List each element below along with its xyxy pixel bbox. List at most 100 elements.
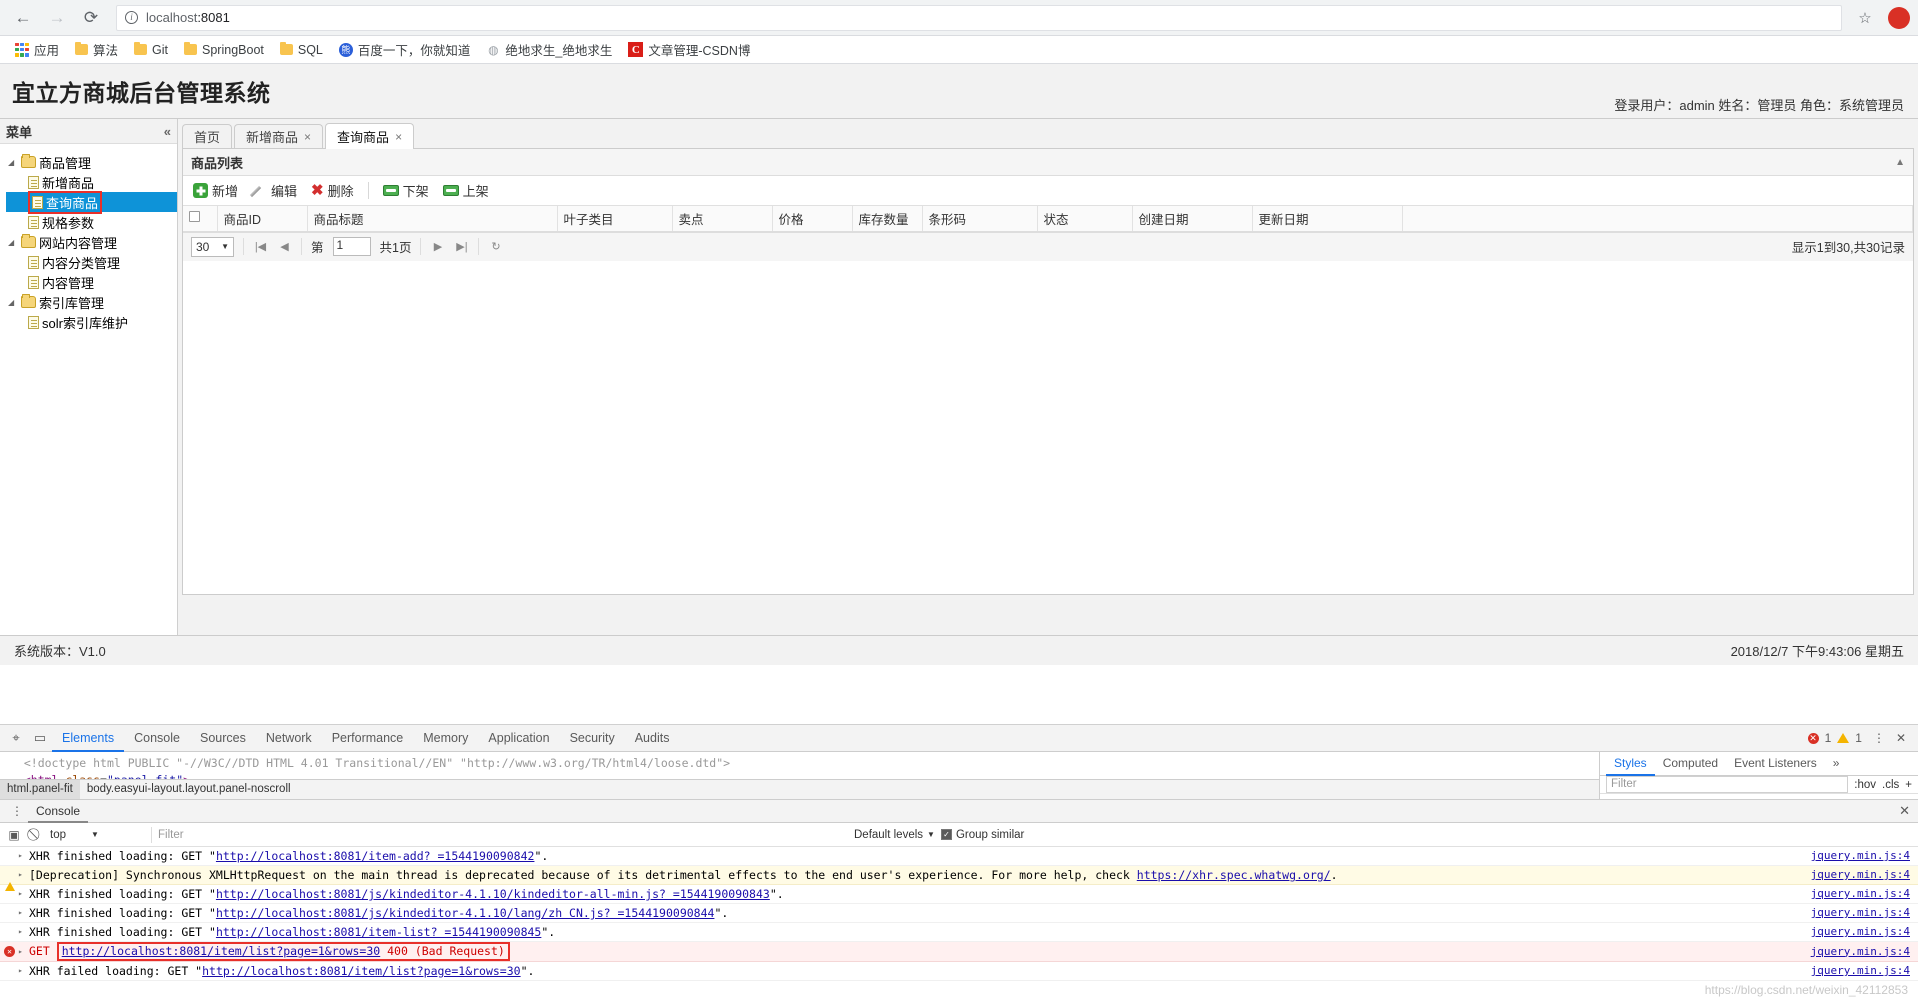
warning-icon[interactable]	[1837, 733, 1850, 743]
tab-audits[interactable]: Audits	[625, 725, 680, 752]
offshelf-button[interactable]: 下架	[382, 181, 429, 200]
edit-button[interactable]: 编辑	[252, 181, 297, 200]
tab-sources[interactable]: Sources	[190, 725, 256, 752]
sidebar-item-content-category-management[interactable]: 内容分类管理	[6, 252, 177, 272]
refresh-icon[interactable]: ↻	[488, 240, 503, 253]
hov-toggle[interactable]: :hov	[1854, 779, 1876, 791]
drawer-close-icon[interactable]: ✕	[1899, 803, 1918, 819]
profile-avatar[interactable]	[1888, 6, 1910, 29]
chevron-right-icon[interactable]: ▸	[18, 904, 29, 922]
console-message[interactable]: ✕ ▸ GET http://localhost:8081/item/list?pa…	[0, 942, 1918, 962]
chevron-right-icon[interactable]: ▸	[18, 866, 29, 884]
error-icon[interactable]: ✕	[1807, 732, 1819, 744]
sidebar-item-add-goods[interactable]: 新增商品	[6, 172, 177, 192]
overflow-icon[interactable]: »	[1825, 752, 1848, 776]
last-page-icon[interactable]: ▶|	[454, 240, 469, 253]
sidebar-item-content-management[interactable]: 内容管理	[6, 272, 177, 292]
tab-console-drawer[interactable]: Console	[28, 800, 88, 823]
message-source-link[interactable]: jquery.min.js:4	[1811, 962, 1910, 980]
panel-collapse-icon[interactable]: ▲	[1895, 157, 1905, 168]
onshelf-button[interactable]: 上架	[442, 181, 489, 200]
breadcrumb-item[interactable]: body.easyui-layout.layout.panel-noscroll	[80, 780, 298, 799]
sidebar-item-site-content-management[interactable]: ◢ 网站内容管理	[6, 232, 177, 252]
bookmark-git[interactable]: Git	[127, 40, 175, 60]
styles-filter-input[interactable]: Filter	[1606, 776, 1849, 793]
console-message[interactable]: ▸ XHR finished loading: GET "http://local…	[0, 885, 1918, 904]
column-header[interactable]: 商品ID	[217, 206, 308, 232]
column-header[interactable]: 库存数量	[852, 206, 923, 232]
message-source-link[interactable]: jquery.min.js:4	[1811, 847, 1910, 865]
console-message[interactable]: ▸ [Deprecation] Synchronous XMLHttpReques…	[0, 866, 1918, 891]
message-source-link[interactable]: jquery.min.js:4	[1811, 923, 1910, 941]
tab-application[interactable]: Application	[478, 725, 559, 752]
first-page-icon[interactable]: |◀	[253, 240, 268, 253]
tab-security[interactable]: Security	[560, 725, 625, 752]
page-size-select[interactable]: 30 ▼	[191, 236, 234, 257]
console-message[interactable]: ▸ XHR finished loading: GET "http://local…	[0, 923, 1918, 942]
console-message[interactable]: ▸ XHR finished loading: GET "http://local…	[0, 904, 1918, 923]
chevron-right-icon[interactable]: ▸	[18, 847, 29, 865]
sidebar-item-goods-management[interactable]: ◢ 商品管理	[6, 152, 177, 172]
dom-tree[interactable]: <!doctype html PUBLIC "-//W3C//DTD HTML …	[0, 752, 1599, 779]
chevron-down-icon[interactable]: ◢	[8, 238, 18, 247]
select-all-header[interactable]	[183, 206, 218, 232]
forward-button[interactable]: →	[42, 3, 72, 33]
column-header[interactable]: 创建日期	[1132, 206, 1253, 232]
bookmark-baidu[interactable]: 熊 百度一下，你就知道	[332, 37, 478, 62]
tab-performance[interactable]: Performance	[322, 725, 414, 752]
execution-context-icon[interactable]: ▣	[6, 828, 22, 842]
console-messages[interactable]: ▸ XHR finished loading: GET "http://local…	[0, 847, 1918, 1001]
sidebar-item-query-goods[interactable]: 查询商品	[6, 190, 177, 214]
sidebar-item-solr-index-maintenance[interactable]: solr索引库维护	[6, 312, 177, 332]
bookmark-apps[interactable]: 应用	[8, 37, 66, 62]
tab-query-goods[interactable]: 查询商品 ×	[325, 123, 415, 149]
prev-page-icon[interactable]: ◀	[277, 240, 292, 253]
column-header[interactable]: 叶子类目	[557, 206, 673, 232]
message-link[interactable]: http://localhost:8081/js/kindeditor-4.1.…	[216, 887, 770, 901]
bookmark-csdn[interactable]: C 文章管理-CSDN博	[621, 37, 757, 62]
bookmark-springboot[interactable]: SpringBoot	[177, 40, 271, 60]
page-number-input[interactable]: 1	[332, 237, 371, 256]
console-message[interactable]: ▸ XHR failed loading: GET "http://localho…	[0, 962, 1918, 981]
devtools-menu-icon[interactable]: ⋮	[1868, 731, 1890, 745]
console-filter-input[interactable]: Filter	[158, 829, 848, 841]
checkbox-icon[interactable]	[189, 211, 200, 223]
column-header[interactable]: 价格	[772, 206, 853, 232]
context-select[interactable]: top ▼	[50, 829, 145, 841]
column-header[interactable]: 卖点	[672, 206, 773, 232]
tab-computed[interactable]: Computed	[1655, 752, 1726, 776]
message-link[interactable]: http://localhost:8081/item-list? =154419…	[216, 925, 541, 939]
chevron-right-icon[interactable]: ▸	[18, 962, 29, 980]
dom-node[interactable]: <html class="panel-fit">	[4, 772, 1599, 780]
tab-home[interactable]: 首页	[182, 124, 233, 148]
tab-event-listeners[interactable]: Event Listeners	[1726, 752, 1825, 776]
breadcrumb-item[interactable]: html.panel-fit	[0, 780, 80, 799]
tab-console[interactable]: Console	[124, 725, 190, 752]
tab-styles[interactable]: Styles	[1606, 752, 1655, 776]
devtools-close-icon[interactable]: ✕	[1896, 731, 1906, 745]
address-bar[interactable]: i localhost:8081	[116, 4, 1842, 31]
close-icon[interactable]: ×	[395, 130, 402, 144]
delete-button[interactable]: ✖ 删除	[311, 181, 354, 200]
column-header[interactable]: 商品标题	[307, 206, 558, 232]
clear-console-icon[interactable]: ⃠	[28, 827, 44, 842]
column-header[interactable]: 状态	[1037, 206, 1133, 232]
message-link[interactable]: http://localhost:8081/item/list?page=1&r…	[62, 944, 381, 958]
tab-elements[interactable]: Elements	[52, 725, 124, 752]
checkbox-icon[interactable]: ✓	[940, 829, 952, 840]
message-source-link[interactable]: jquery.min.js:4	[1811, 943, 1910, 961]
tab-network[interactable]: Network	[256, 725, 322, 752]
sidebar-item-index-management[interactable]: ◢ 索引库管理	[6, 292, 177, 312]
column-header[interactable]: 条形码	[922, 206, 1038, 232]
chevron-right-icon[interactable]: ▸	[18, 923, 29, 941]
chevron-down-icon[interactable]: ◢	[8, 298, 18, 307]
add-button[interactable]: 新增	[193, 181, 238, 200]
message-source-link[interactable]: jquery.min.js:4	[1811, 866, 1910, 884]
back-button[interactable]: ←	[8, 3, 38, 33]
group-similar-toggle[interactable]: ✓ Group similar	[940, 829, 1024, 841]
bookmark-sql[interactable]: SQL	[273, 40, 330, 60]
device-toolbar-icon[interactable]: ▭	[28, 727, 52, 749]
new-style-rule-icon[interactable]: +	[1905, 779, 1912, 791]
console-message[interactable]: ▸ XHR finished loading: GET "http://local…	[0, 847, 1918, 866]
next-page-icon[interactable]: ▶	[430, 240, 445, 253]
